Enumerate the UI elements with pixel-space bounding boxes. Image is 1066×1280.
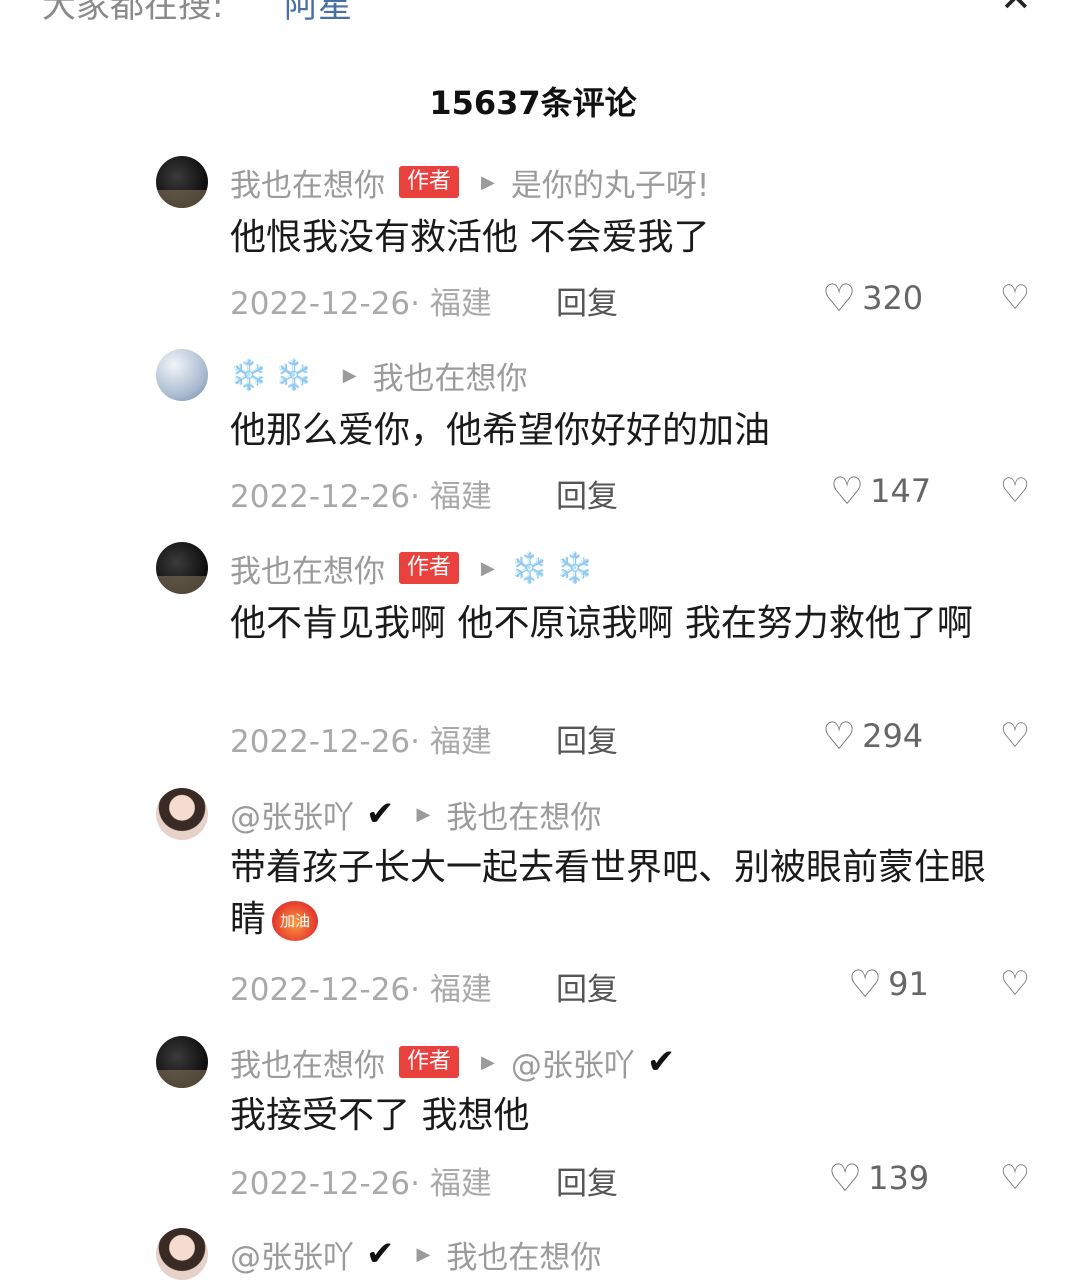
comment-header: @张张吖 ✔ ▶ 我也在想你 — [230, 1232, 601, 1276]
like-count: 139 — [868, 1159, 930, 1197]
hot-search-bar: 大家都在搜: 阿星⚲ ✕ — [0, 0, 1066, 26]
triangle-right-icon: ▶ — [481, 557, 495, 579]
check-mark-icon: ✔ — [366, 794, 395, 834]
heart-outline-icon: ♡ — [822, 714, 857, 758]
comment-text: 他那么爱你，他希望你好好的加油 — [230, 410, 771, 451]
comment-header: 我也在想你 作者 ▶ ❄️❄️ — [230, 546, 602, 590]
comment-count: 15637条评论 — [429, 84, 637, 122]
reply-button[interactable]: 回复 — [556, 716, 618, 761]
like-button[interactable]: ♡ 139 — [828, 1156, 929, 1200]
reply-button[interactable]: 回复 — [556, 471, 618, 516]
author-name[interactable]: @张张吖 — [230, 1232, 354, 1277]
comment-item: ❄️❄️ ▶ 我也在想你 他那么爱你，他希望你好好的加油 2022-12-26·… — [0, 343, 1066, 523]
author-name[interactable]: 我也在想你 — [230, 1040, 385, 1085]
comment-text: 带着孩子长大一起去看世界吧、别被眼前蒙住眼睛 加油 — [230, 842, 1020, 946]
comment-item: 我也在想你 作者 ▶ 是你的丸子呀! 他恨我没有救活他 不会爱我了 2022-1… — [0, 150, 1066, 330]
comment-header: ❄️❄️ ▶ 我也在想你 — [230, 353, 528, 397]
like-count: 91 — [888, 965, 929, 1003]
heart-outline-icon: ♡ — [828, 1156, 863, 1200]
hot-search-term-text: 阿星 — [284, 0, 352, 26]
comment-header: 我也在想你 作者 ▶ @张张吖 ✔ — [230, 1040, 675, 1084]
author-badge: 作者 — [399, 1046, 460, 1078]
comment-meta: 2022-12-26· 福建 回复 — [230, 278, 618, 322]
broken-heart-icon[interactable]: ♡ — [998, 1156, 1032, 1200]
hot-search-term[interactable]: 阿星⚲ — [284, 0, 365, 27]
reply-button[interactable]: 回复 — [556, 964, 618, 1009]
comment-item: @张张吖 ✔ ▶ 我也在想你 — [0, 1224, 1066, 1280]
reply-to-name[interactable]: 我也在想你 — [446, 792, 601, 837]
like-count: 294 — [862, 717, 924, 755]
avatar[interactable] — [156, 542, 208, 594]
broken-heart-icon[interactable]: ♡ — [998, 469, 1032, 513]
heart-outline-icon: ♡ — [848, 962, 883, 1006]
avatar[interactable] — [156, 156, 208, 208]
comment-text: 他不肯见我啊 他不原谅我啊 我在努力救他了啊 — [230, 603, 973, 644]
author-name[interactable]: 我也在想你 — [230, 546, 385, 591]
date-location: 2022-12-26· 福建 — [230, 285, 492, 322]
like-button[interactable]: ♡ 147 — [830, 469, 931, 513]
like-count: 147 — [870, 472, 932, 510]
reply-button[interactable]: 回复 — [556, 1158, 618, 1203]
heart-outline-icon: ♡ — [822, 276, 857, 320]
like-button[interactable]: ♡ 320 — [822, 276, 923, 320]
triangle-right-icon: ▶ — [342, 364, 357, 386]
comment-header: 我也在想你 作者 ▶ 是你的丸子呀! — [230, 160, 709, 204]
comment-meta: 2022-12-26· 福建 回复 — [230, 1158, 618, 1202]
jiayou-emoji-icon: 加油 — [272, 901, 319, 941]
comment-text: 我接受不了 我想他 — [230, 1095, 530, 1136]
comment-meta: 2022-12-26· 福建 回复 — [230, 716, 618, 760]
broken-heart-icon[interactable]: ♡ — [998, 276, 1032, 320]
avatar[interactable] — [156, 1228, 208, 1280]
avatar[interactable] — [156, 788, 208, 840]
date-location: 2022-12-26· 福建 — [230, 478, 492, 515]
comment-item: @张张吖 ✔ ▶ 我也在想你 带着孩子长大一起去看世界吧、别被眼前蒙住眼睛 加油 … — [0, 784, 1066, 1014]
like-count: 320 — [862, 279, 924, 317]
reply-to-name[interactable]: 是你的丸子呀! — [511, 160, 709, 205]
comment-text-body: 带着孩子长大一起去看世界吧、别被眼前蒙住眼睛 — [230, 847, 987, 940]
date-location: 2022-12-26· 福建 — [230, 723, 492, 760]
reply-to-name[interactable]: @张张吖 — [511, 1040, 635, 1085]
broken-heart-icon[interactable]: ♡ — [998, 962, 1032, 1006]
comment-text: 他恨我没有救活他 不会爱我了 — [230, 217, 710, 258]
hot-search-label: 大家都在搜: — [42, 0, 224, 26]
close-icon[interactable]: ✕ — [1000, 0, 1032, 18]
date-location: 2022-12-26· 福建 — [230, 971, 492, 1008]
check-mark-icon: ✔ — [366, 1234, 395, 1274]
reply-to-name[interactable]: 我也在想你 — [373, 353, 528, 398]
author-name[interactable]: @张张吖 — [230, 792, 354, 837]
author-name[interactable]: 我也在想你 — [230, 160, 385, 205]
author-badge: 作者 — [399, 552, 460, 584]
reply-button[interactable]: 回复 — [556, 278, 618, 323]
broken-heart-icon[interactable]: ♡ — [998, 714, 1032, 758]
comment-header: @张张吖 ✔ ▶ 我也在想你 — [230, 792, 601, 836]
comment-meta: 2022-12-26· 福建 回复 — [230, 471, 618, 515]
heart-outline-icon: ♡ — [830, 469, 865, 513]
triangle-right-icon: ▶ — [416, 1243, 431, 1265]
comment-meta: 2022-12-26· 福建 回复 — [230, 964, 618, 1008]
comment-item: 我也在想你 作者 ▶ @张张吖 ✔ 我接受不了 我想他 2022-12-26· … — [0, 1030, 1066, 1210]
reply-to-name[interactable]: ❄️❄️ — [511, 551, 602, 586]
triangle-right-icon: ▶ — [481, 171, 495, 193]
author-badge: 作者 — [399, 166, 460, 198]
triangle-right-icon: ▶ — [416, 803, 431, 825]
reply-to-name[interactable]: 我也在想你 — [446, 1232, 601, 1277]
avatar[interactable] — [156, 349, 208, 401]
author-name[interactable]: ❄️❄️ — [230, 358, 321, 393]
check-mark-icon: ✔ — [646, 1042, 676, 1082]
like-button[interactable]: ♡ 91 — [848, 962, 929, 1006]
avatar[interactable] — [156, 1036, 208, 1088]
date-location: 2022-12-26· 福建 — [230, 1165, 492, 1202]
triangle-right-icon: ▶ — [481, 1051, 495, 1073]
like-button[interactable]: ♡ 294 — [822, 714, 923, 758]
comment-item: 我也在想你 作者 ▶ ❄️❄️ 他不肯见我啊 他不原谅我啊 我在努力救他了啊 2… — [0, 536, 1066, 766]
